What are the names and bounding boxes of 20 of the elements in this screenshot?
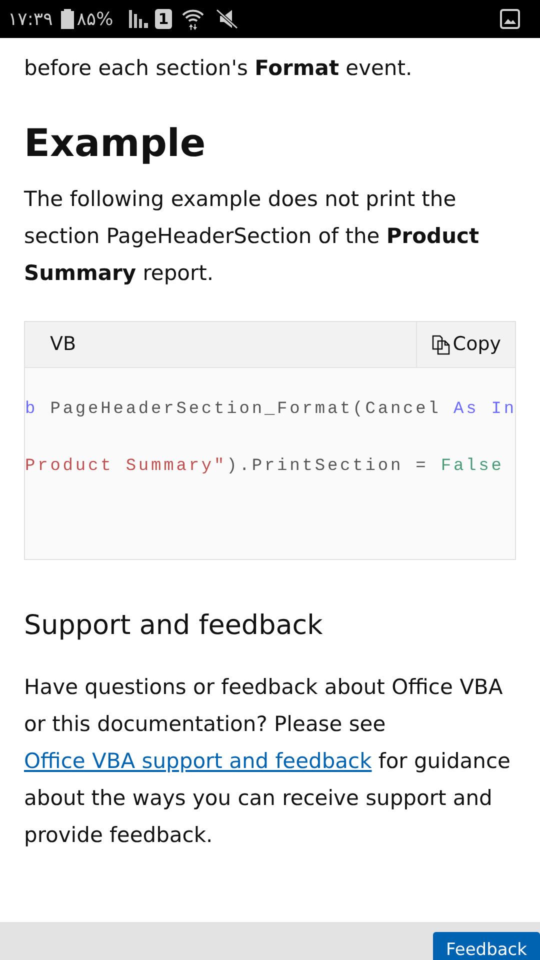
battery-level: ۸۵% bbox=[76, 8, 114, 32]
code-line: b PageHeaderSection_Format(Cancel As In bbox=[25, 399, 515, 421]
copy-icon bbox=[430, 334, 451, 354]
language-label: VB bbox=[49, 332, 78, 358]
paragraph: before each section's Format event. bbox=[24, 55, 414, 82]
section-heading: Example bbox=[24, 120, 207, 167]
image-icon bbox=[500, 9, 520, 29]
support-link[interactable]: Office VBA support and feedback bbox=[24, 749, 372, 773]
code-line: Product Summary").PrintSection = False bbox=[25, 456, 505, 478]
sim-indicator: 1 bbox=[155, 9, 172, 29]
signal-icon bbox=[129, 10, 150, 28]
wifi-icon bbox=[182, 8, 204, 30]
clock: ۱۷:۳۹ bbox=[8, 8, 53, 32]
copy-button[interactable]: Copy bbox=[416, 322, 515, 367]
feedback-button[interactable]: Feedback bbox=[433, 932, 540, 960]
paragraph: Have questions or feedback about Office VBA or this documentation? Please see Office VBA support and feedback for guidance about the ways you can receive support and provide feedback. bbox=[24, 674, 512, 849]
section-heading: Support and feedback bbox=[24, 609, 324, 643]
mute-icon bbox=[216, 9, 238, 29]
battery-icon bbox=[60, 9, 74, 29]
paragraph: The following example does not print the section PageHeaderSection of the Product Summary report. bbox=[24, 186, 480, 287]
